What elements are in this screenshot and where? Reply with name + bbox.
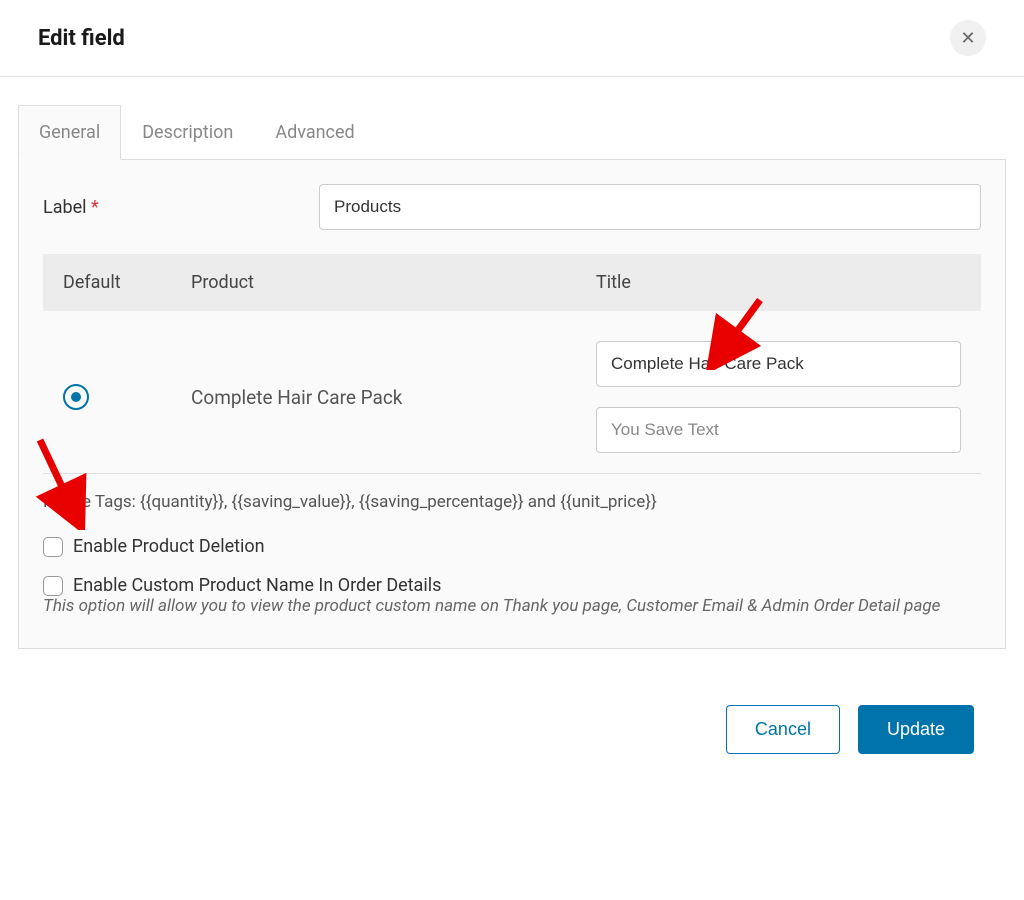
col-header-product: Product (191, 272, 596, 293)
cell-default (63, 384, 191, 410)
tab-content-general: Label * Default Product Title Complete H… (18, 160, 1006, 649)
enable-deletion-label: Enable Product Deletion (73, 536, 265, 557)
products-table-header: Default Product Title (43, 254, 981, 311)
modal-body: General Description Advanced Label * Def… (0, 77, 1024, 649)
required-indicator: * (91, 197, 99, 218)
enable-deletion-row: Enable Product Deletion (43, 536, 981, 557)
tab-description[interactable]: Description (121, 105, 254, 159)
label-input[interactable] (319, 184, 981, 230)
custom-name-help-text: This option will allow you to view the p… (43, 594, 981, 620)
col-header-default: Default (63, 272, 191, 293)
close-icon: ✕ (960, 28, 975, 49)
tab-general[interactable]: General (18, 105, 121, 160)
col-header-title: Title (596, 272, 961, 293)
cell-product-name: Complete Hair Care Pack (191, 386, 596, 409)
cancel-button[interactable]: Cancel (726, 705, 840, 754)
table-row: Complete Hair Care Pack (43, 311, 981, 474)
title-input[interactable] (596, 341, 961, 387)
modal-title: Edit field (38, 26, 125, 51)
enable-custom-name-checkbox[interactable] (43, 576, 63, 596)
default-radio[interactable] (63, 384, 89, 410)
update-button[interactable]: Update (858, 705, 974, 754)
you-save-input[interactable] (596, 407, 961, 453)
label-field-label: Label * (43, 197, 319, 218)
close-button[interactable]: ✕ (950, 20, 986, 56)
enable-deletion-checkbox[interactable] (43, 537, 63, 557)
merge-tags-text: Merge Tags: {{quantity}}, {{saving_value… (43, 474, 981, 536)
enable-custom-name-row: Enable Custom Product Name In Order Deta… (43, 575, 981, 596)
tabs: General Description Advanced (18, 105, 1006, 160)
radio-selected-icon (71, 392, 81, 402)
tab-advanced[interactable]: Advanced (254, 105, 375, 159)
modal-header: Edit field ✕ (0, 0, 1024, 77)
enable-custom-name-label: Enable Custom Product Name In Order Deta… (73, 575, 441, 596)
modal-footer: Cancel Update (0, 649, 1024, 774)
cell-title-inputs (596, 341, 961, 453)
label-row: Label * (43, 184, 981, 230)
